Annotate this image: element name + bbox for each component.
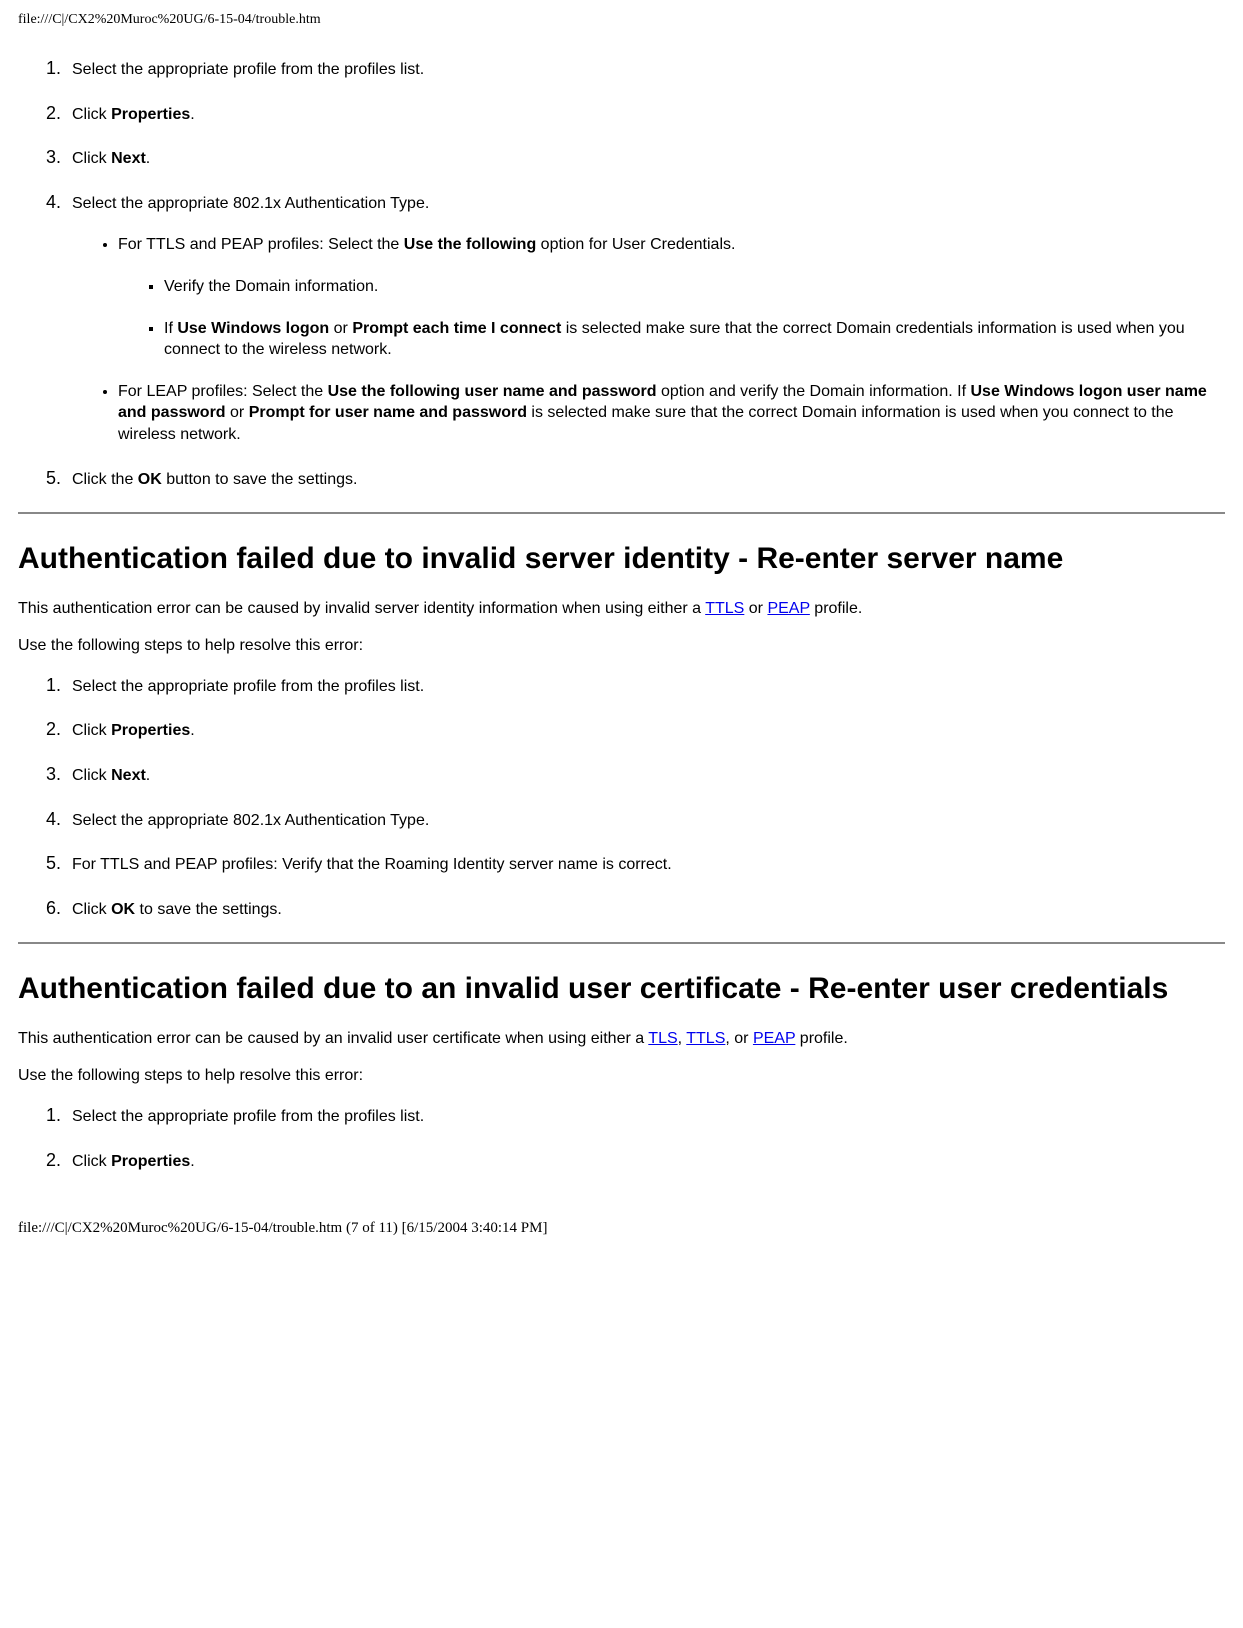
peap-link[interactable]: PEAP — [753, 1030, 795, 1047]
list-item: For TTLS and PEAP profiles: Verify that … — [66, 851, 1225, 876]
text: . — [146, 150, 150, 167]
list-item: For TTLS and PEAP profiles: Select the U… — [118, 234, 1225, 360]
bold-text: Prompt for user name and password — [249, 404, 527, 421]
list-item: Verify the Domain information. — [164, 276, 1225, 298]
divider — [18, 512, 1225, 514]
text: . — [190, 1153, 194, 1170]
bold-text: Use the following user name and password — [328, 383, 657, 400]
text: option for User Credentials. — [536, 236, 735, 253]
bold-text: OK — [111, 901, 135, 918]
section-heading: Authentication failed due to an invalid … — [18, 970, 1225, 1008]
text: . — [190, 722, 194, 739]
bold-text: Prompt each time I connect — [352, 320, 561, 337]
text: . — [146, 767, 150, 784]
list-item: Select the appropriate 802.1x Authentica… — [66, 190, 1225, 446]
section-heading: Authentication failed due to invalid ser… — [18, 540, 1225, 578]
paragraph: Use the following steps to help resolve … — [18, 1065, 1225, 1087]
text: Click — [72, 150, 111, 167]
text: , or — [725, 1030, 753, 1047]
list-item: Select the appropriate profile from the … — [66, 1103, 1225, 1128]
section1-ol: Select the appropriate profile from the … — [18, 56, 1225, 490]
section2-ol: Select the appropriate profile from the … — [18, 673, 1225, 921]
ttls-link[interactable]: TTLS — [705, 600, 744, 617]
bold-text: OK — [138, 471, 162, 488]
tls-link[interactable]: TLS — [648, 1030, 677, 1047]
text: profile. — [795, 1030, 847, 1047]
list-item: Select the appropriate profile from the … — [66, 56, 1225, 81]
list-item: Click OK to save the settings. — [66, 896, 1225, 921]
text: option and verify the Domain information… — [657, 383, 971, 400]
text: profile. — [810, 600, 862, 617]
text: Click — [72, 901, 111, 918]
bold-text: Use Windows logon — [177, 320, 329, 337]
list-item: For LEAP profiles: Select the Use the fo… — [118, 381, 1225, 446]
list-item: Click Next. — [66, 762, 1225, 787]
bold-text: Properties — [111, 722, 190, 739]
list-item: If Use Windows logon or Prompt each time… — [164, 318, 1225, 361]
footer-text: file:///C|/CX2%20Muroc%20UG/6-15-04/trou… — [18, 1220, 1225, 1237]
text: For TTLS and PEAP profiles: Select the — [118, 236, 404, 253]
list-item: Click the OK button to save the settings… — [66, 466, 1225, 491]
peap-link[interactable]: PEAP — [767, 600, 809, 617]
nested-ul: For TTLS and PEAP profiles: Select the U… — [72, 234, 1225, 445]
header-file-path: file:///C|/CX2%20Muroc%20UG/6-15-04/trou… — [18, 12, 1225, 28]
text: This authentication error can be caused … — [18, 600, 705, 617]
text: to save the settings. — [135, 901, 282, 918]
text: This authentication error can be caused … — [18, 1030, 648, 1047]
paragraph: This authentication error can be caused … — [18, 598, 1225, 620]
text: . — [190, 106, 194, 123]
list-item: Click Properties. — [66, 101, 1225, 126]
text: , — [678, 1030, 687, 1047]
text: Click — [72, 767, 111, 784]
nested-ul-square: Verify the Domain information. If Use Wi… — [118, 276, 1225, 361]
text: For LEAP profiles: Select the — [118, 383, 328, 400]
ttls-link[interactable]: TTLS — [686, 1030, 725, 1047]
paragraph: This authentication error can be caused … — [18, 1028, 1225, 1050]
list-item: Select the appropriate profile from the … — [66, 673, 1225, 698]
text: If — [164, 320, 177, 337]
text: Click — [72, 1153, 111, 1170]
text: or — [744, 600, 767, 617]
text: Select the appropriate 802.1x Authentica… — [72, 195, 429, 212]
text: Click — [72, 722, 111, 739]
list-item: Click Properties. — [66, 1148, 1225, 1173]
text: or — [329, 320, 352, 337]
bold-text: Next — [111, 767, 146, 784]
list-item: Select the appropriate 802.1x Authentica… — [66, 807, 1225, 832]
bold-text: Properties — [111, 106, 190, 123]
paragraph: Use the following steps to help resolve … — [18, 635, 1225, 657]
text: Click — [72, 106, 111, 123]
text: button to save the settings. — [162, 471, 358, 488]
list-item: Click Next. — [66, 145, 1225, 170]
section3-ol: Select the appropriate profile from the … — [18, 1103, 1225, 1172]
divider — [18, 942, 1225, 944]
bold-text: Use the following — [404, 236, 536, 253]
bold-text: Properties — [111, 1153, 190, 1170]
text: Click the — [72, 471, 138, 488]
bold-text: Next — [111, 150, 146, 167]
list-item: Click Properties. — [66, 717, 1225, 742]
text: or — [226, 404, 249, 421]
